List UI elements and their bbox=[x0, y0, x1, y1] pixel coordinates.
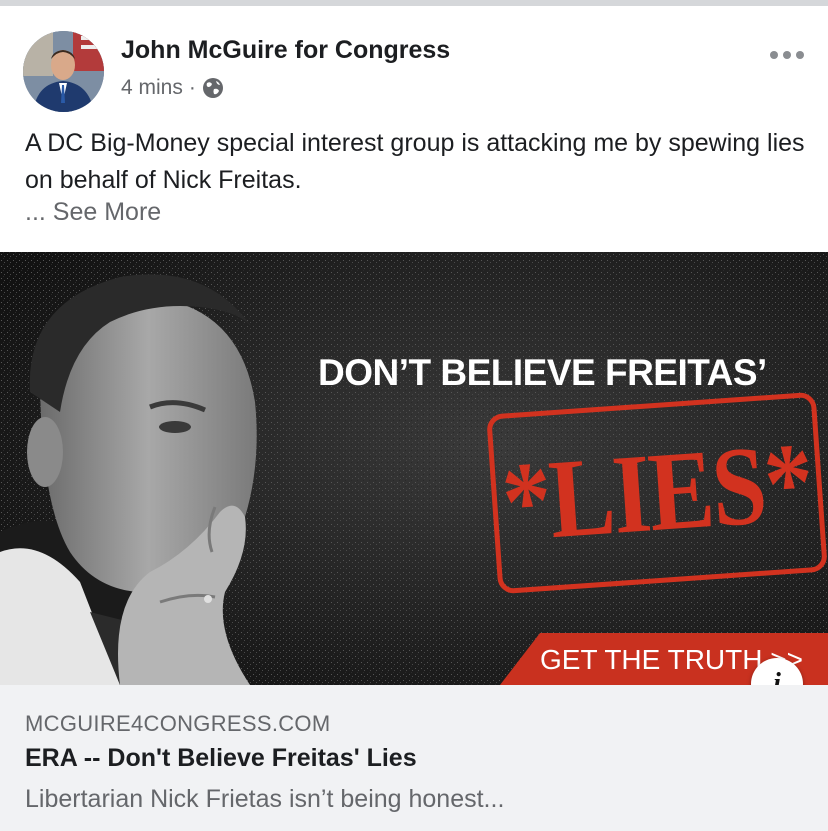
more-dot bbox=[783, 51, 791, 59]
more-dot bbox=[796, 51, 804, 59]
link-title[interactable]: ERA -- Don't Believe Freitas' Lies bbox=[25, 744, 417, 773]
more-options-icon[interactable] bbox=[770, 45, 806, 65]
meta-separator: · bbox=[188, 76, 196, 99]
page-name-link[interactable]: John McGuire for Congress bbox=[121, 36, 450, 65]
globe-icon bbox=[202, 77, 224, 99]
top-divider bbox=[0, 0, 828, 6]
avatar[interactable] bbox=[23, 31, 104, 112]
post-meta: 4 mins · bbox=[121, 76, 224, 100]
link-domain: MCGUIRE4CONGRESS.COM bbox=[25, 711, 331, 736]
see-more-link[interactable]: ... See More bbox=[25, 198, 161, 227]
post-timestamp[interactable]: 4 mins bbox=[121, 76, 183, 100]
post-caption: A DC Big-Money special interest group is… bbox=[25, 129, 805, 194]
lies-stamp: *LIES* bbox=[486, 391, 828, 595]
ad-headline: DON’T BELIEVE FREITAS’ bbox=[318, 352, 767, 393]
stamp-text: *LIES* bbox=[498, 420, 816, 566]
link-description: Libertarian Nick Frietas isn’t being hon… bbox=[25, 785, 505, 813]
more-dot bbox=[770, 51, 778, 59]
